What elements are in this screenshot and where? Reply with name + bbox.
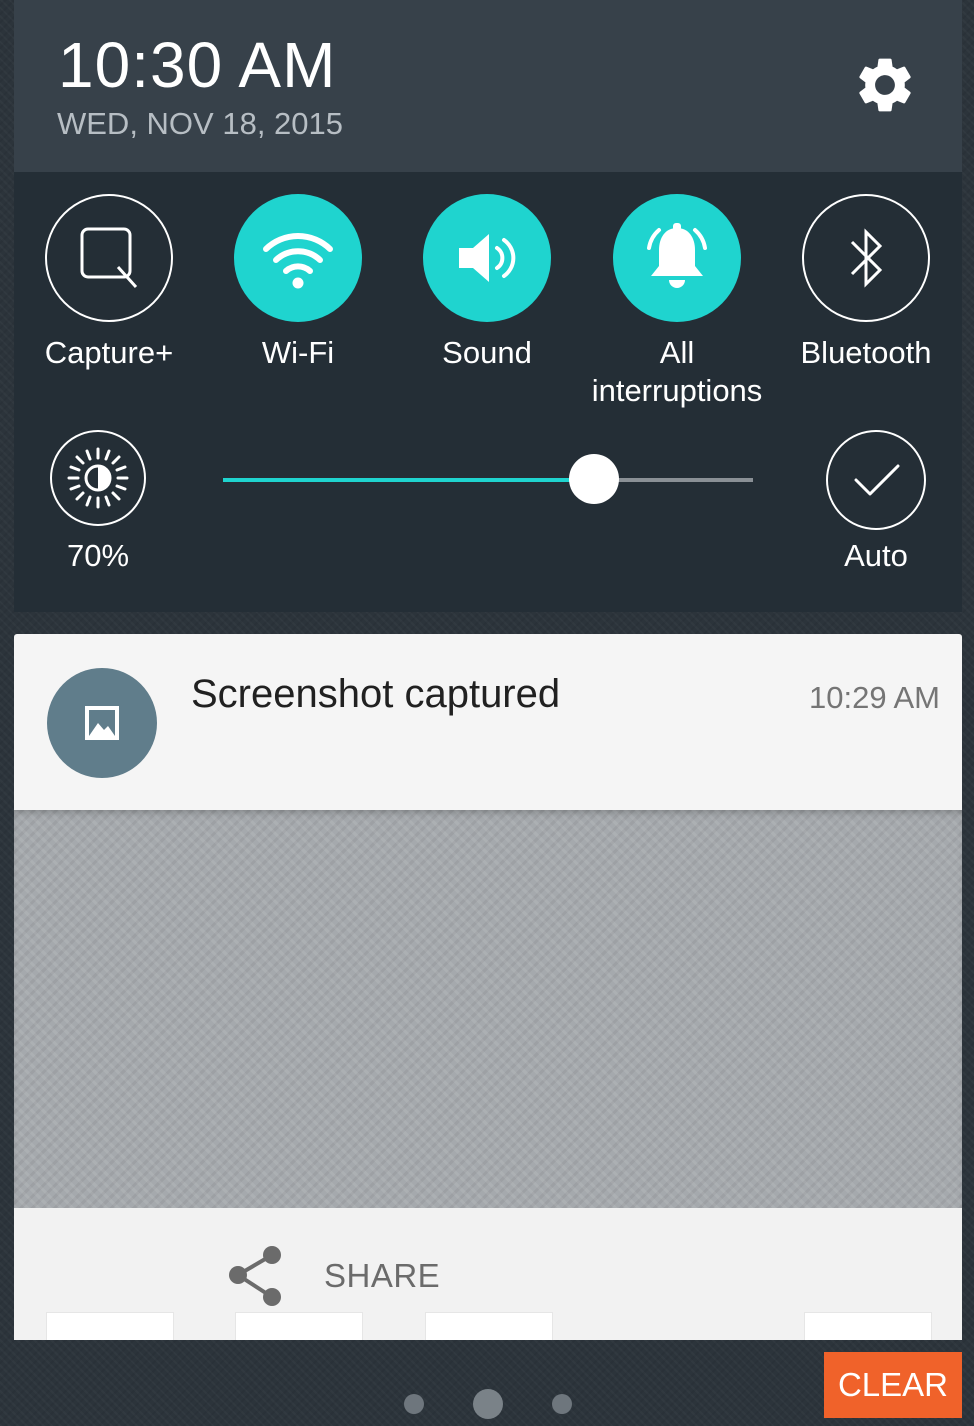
tile-label: Capture+ — [44, 335, 174, 370]
share-icon — [229, 1246, 281, 1306]
share-label: SHARE — [324, 1257, 441, 1294]
wifi-icon — [234, 194, 362, 322]
tile-wifi[interactable]: Wi-Fi — [203, 194, 393, 372]
background-widget — [46, 1312, 174, 1340]
tile-label: All interruptions — [591, 335, 763, 408]
date: WED, NOV 18, 2015 — [57, 106, 344, 141]
gear-icon[interactable] — [852, 52, 918, 118]
page-dot-active[interactable] — [473, 1389, 503, 1419]
clock: 10:30 AM — [58, 29, 337, 101]
status-header: 10:30 AM WED, NOV 18, 2015 — [14, 0, 962, 172]
notification-actions: SHARE — [14, 1208, 962, 1340]
tile-all-interruptions[interactable]: All interruptions — [582, 194, 772, 410]
capture-plus-icon — [45, 194, 173, 322]
tile-sound[interactable]: Sound — [392, 194, 582, 372]
brightness-percent: 70% — [66, 538, 130, 573]
tile-capture-plus[interactable]: Capture+ — [14, 194, 204, 372]
page-dot[interactable] — [404, 1394, 424, 1414]
bluetooth-icon — [802, 194, 930, 322]
brightness-slider[interactable] — [223, 454, 753, 504]
slider-thumb[interactable] — [569, 454, 619, 504]
background-widget — [235, 1312, 363, 1340]
brightness-icon — [50, 430, 146, 526]
slider-fill — [223, 478, 594, 482]
notification-time: 10:29 AM — [809, 680, 940, 715]
speaker-icon — [423, 194, 551, 322]
screenshot-preview[interactable] — [14, 810, 962, 1208]
auto-brightness-label: Auto — [844, 538, 908, 573]
background-widget — [804, 1312, 932, 1340]
tile-label: Sound — [442, 335, 532, 370]
quick-settings-panel: Capture+ Wi-Fi Sound All interruptions B… — [14, 172, 962, 612]
page-dot[interactable] — [552, 1394, 572, 1414]
clear-button[interactable]: CLEAR — [824, 1352, 962, 1418]
share-button[interactable]: SHARE — [226, 1244, 440, 1308]
tile-label: Bluetooth — [800, 335, 932, 370]
tile-label: Wi-Fi — [261, 335, 335, 370]
tile-bluetooth[interactable]: Bluetooth — [771, 194, 961, 372]
background-widget — [425, 1312, 553, 1340]
auto-brightness-check-icon[interactable] — [826, 430, 926, 530]
image-icon — [47, 668, 157, 778]
notification-card[interactable]: Screenshot captured 10:29 AM — [14, 634, 962, 810]
notification-title: Screenshot captured — [191, 672, 561, 716]
bell-icon — [613, 194, 741, 322]
